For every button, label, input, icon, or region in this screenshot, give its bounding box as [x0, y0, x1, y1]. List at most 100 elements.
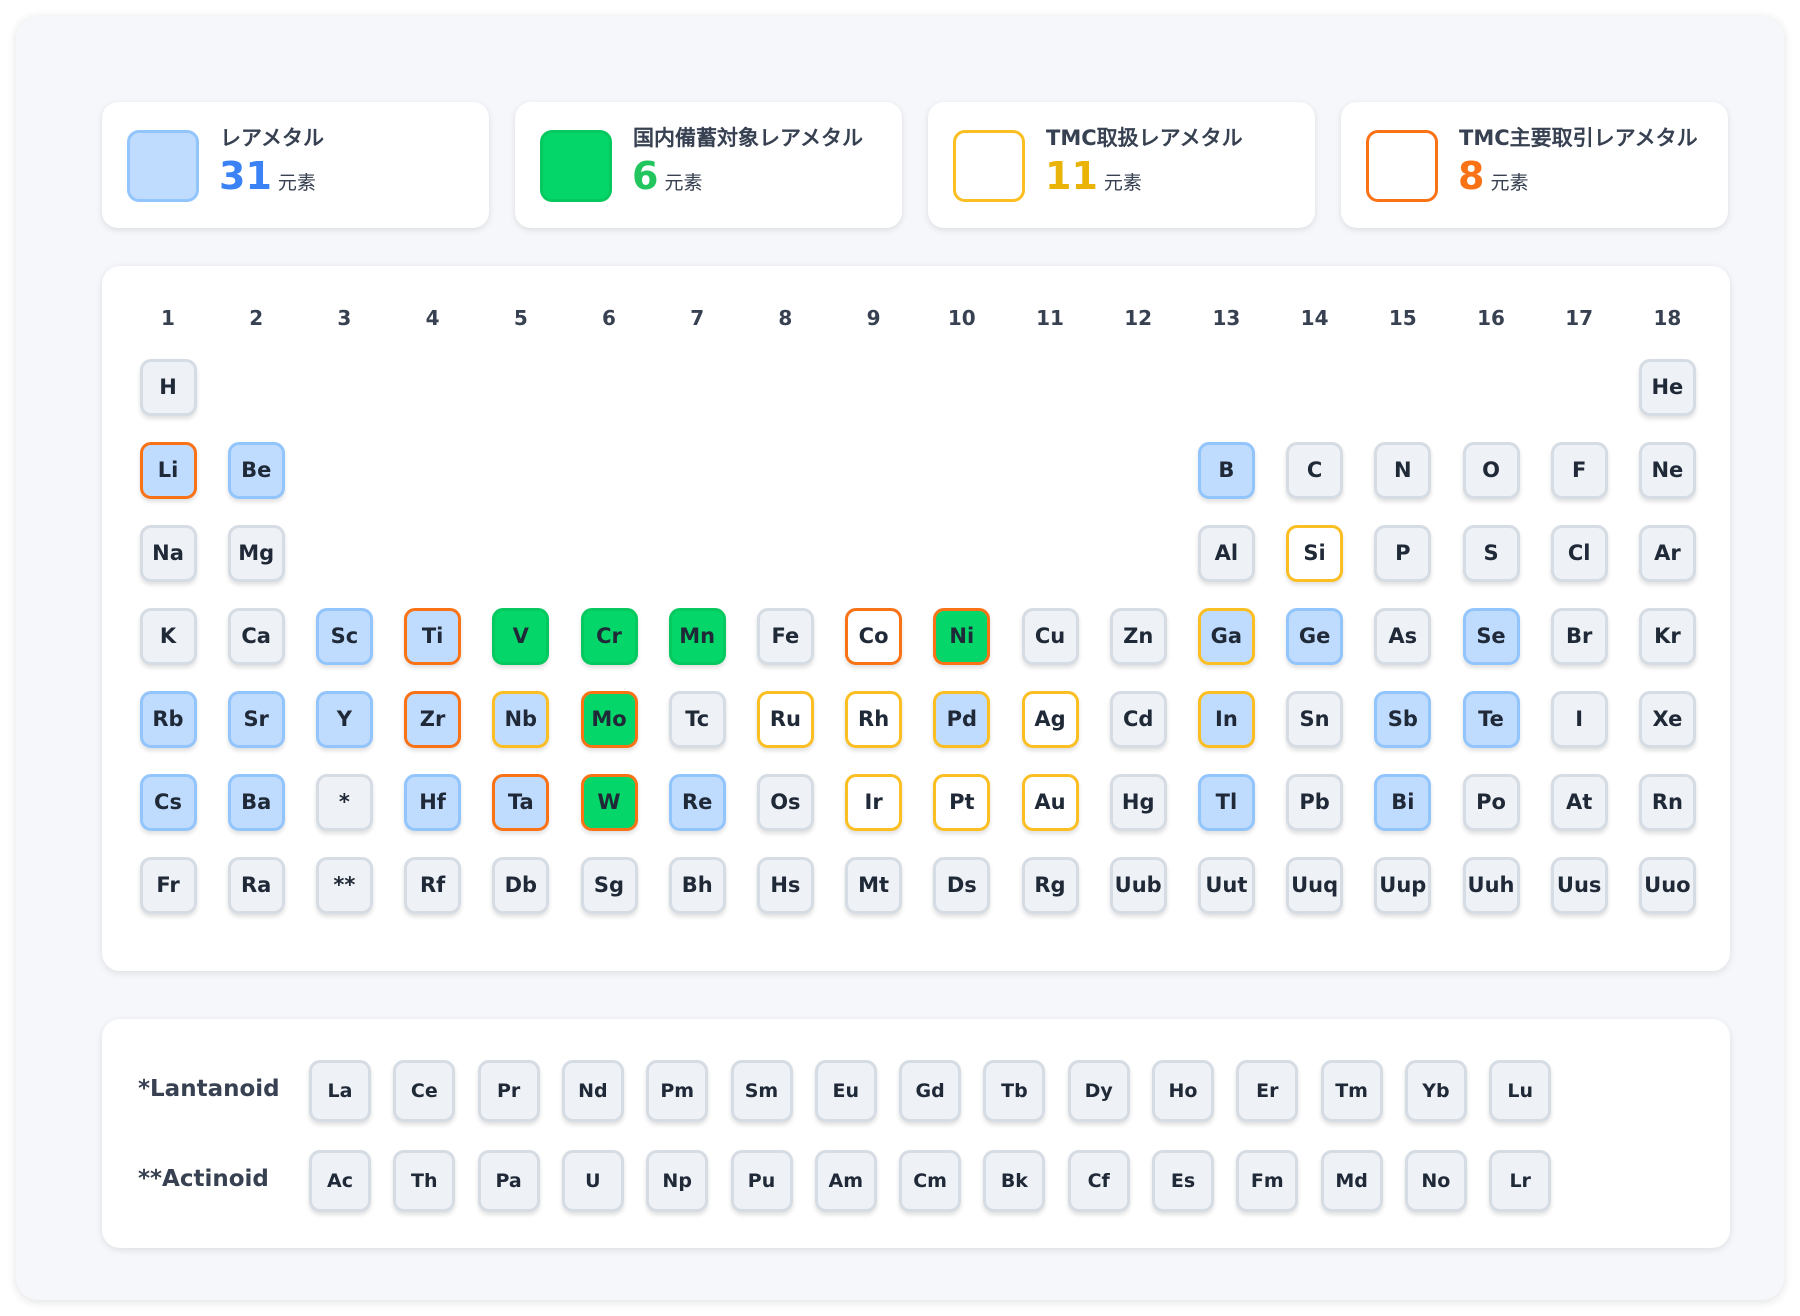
element-cell[interactable]: Mn [668, 607, 726, 665]
element-cell[interactable]: Os [756, 773, 814, 831]
element-cell[interactable]: Se [1462, 607, 1520, 665]
element-cell[interactable]: * [315, 773, 373, 831]
element-cell[interactable]: In [1197, 690, 1255, 748]
element-cell[interactable]: Rb [139, 690, 197, 748]
element-cell[interactable]: Al [1197, 524, 1255, 582]
element-cell[interactable]: Ag [1021, 690, 1079, 748]
element-cell[interactable]: Nb [492, 690, 550, 748]
element-cell[interactable]: Ce [393, 1060, 456, 1122]
element-cell[interactable]: Zr [404, 690, 462, 748]
element-cell[interactable]: Bh [668, 856, 726, 914]
element-cell[interactable]: H [139, 358, 197, 416]
element-cell[interactable]: Am [814, 1150, 877, 1212]
element-cell[interactable]: Ga [1197, 607, 1255, 665]
element-cell[interactable]: As [1374, 607, 1432, 665]
element-cell[interactable]: Hs [756, 856, 814, 914]
element-cell[interactable]: Kr [1638, 607, 1696, 665]
element-cell[interactable]: Uub [1109, 856, 1167, 914]
element-cell[interactable]: Cm [899, 1150, 962, 1212]
element-cell[interactable]: Pu [730, 1150, 793, 1212]
element-cell[interactable]: W [580, 773, 638, 831]
element-cell[interactable]: At [1550, 773, 1608, 831]
element-cell[interactable]: Be [227, 441, 285, 499]
element-cell[interactable]: U [561, 1150, 624, 1212]
element-cell[interactable]: Pr [477, 1060, 540, 1122]
element-cell[interactable]: Md [1320, 1150, 1383, 1212]
element-cell[interactable]: I [1550, 690, 1608, 748]
element-cell[interactable]: Re [668, 773, 726, 831]
element-cell[interactable]: Rn [1638, 773, 1696, 831]
element-cell[interactable]: Uuh [1462, 856, 1520, 914]
element-cell[interactable]: Y [315, 690, 373, 748]
element-cell[interactable]: Ir [845, 773, 903, 831]
element-cell[interactable]: Hf [404, 773, 462, 831]
element-cell[interactable]: B [1197, 441, 1255, 499]
element-cell[interactable]: Pm [646, 1060, 709, 1122]
element-cell[interactable]: Po [1462, 773, 1520, 831]
element-cell[interactable]: Ar [1638, 524, 1696, 582]
element-cell[interactable]: N [1374, 441, 1432, 499]
element-cell[interactable]: Ti [404, 607, 462, 665]
element-cell[interactable]: Nd [561, 1060, 624, 1122]
element-cell[interactable]: Gd [899, 1060, 962, 1122]
element-cell[interactable]: Th [393, 1150, 456, 1212]
element-cell[interactable]: Cu [1021, 607, 1079, 665]
element-cell[interactable]: Sg [580, 856, 638, 914]
element-cell[interactable]: Uus [1550, 856, 1608, 914]
element-cell[interactable]: Li [139, 441, 197, 499]
element-cell[interactable]: Ds [933, 856, 991, 914]
element-cell[interactable]: Ta [492, 773, 550, 831]
element-cell[interactable]: Db [492, 856, 550, 914]
element-cell[interactable]: Ac [309, 1150, 371, 1212]
element-cell[interactable]: Co [845, 607, 903, 665]
element-cell[interactable]: Tb [983, 1060, 1046, 1122]
element-cell[interactable]: S [1462, 524, 1520, 582]
element-cell[interactable]: C [1286, 441, 1344, 499]
element-cell[interactable]: Sr [227, 690, 285, 748]
element-cell[interactable]: Fm [1236, 1150, 1299, 1212]
element-cell[interactable]: Xe [1638, 690, 1696, 748]
element-cell[interactable]: Ho [1152, 1060, 1214, 1122]
element-cell[interactable]: Bk [983, 1150, 1046, 1212]
element-cell[interactable]: Br [1550, 607, 1608, 665]
element-cell[interactable]: Mg [227, 524, 285, 582]
element-cell[interactable]: Uut [1197, 856, 1255, 914]
element-cell[interactable]: Sm [730, 1060, 793, 1122]
element-cell[interactable]: Cf [1067, 1150, 1130, 1212]
element-cell[interactable]: Cs [139, 773, 197, 831]
element-cell[interactable]: Ne [1638, 441, 1696, 499]
element-cell[interactable]: Si [1286, 524, 1344, 582]
element-cell[interactable]: Mo [580, 690, 638, 748]
element-cell[interactable]: Dy [1067, 1060, 1130, 1122]
element-cell[interactable]: Rg [1021, 856, 1079, 914]
element-cell[interactable]: Er [1236, 1060, 1299, 1122]
element-cell[interactable]: Zn [1109, 607, 1167, 665]
element-cell[interactable]: Cl [1550, 524, 1608, 582]
element-cell[interactable]: Ni [933, 607, 991, 665]
element-cell[interactable]: Ra [227, 856, 285, 914]
element-cell[interactable]: Eu [814, 1060, 877, 1122]
element-cell[interactable]: Np [646, 1150, 709, 1212]
element-cell[interactable]: Uuo [1638, 856, 1696, 914]
element-cell[interactable]: Tc [668, 690, 726, 748]
element-cell[interactable]: ** [315, 856, 373, 914]
element-cell[interactable]: Bi [1374, 773, 1432, 831]
element-cell[interactable]: Lu [1489, 1060, 1552, 1122]
element-cell[interactable]: Ge [1286, 607, 1344, 665]
element-cell[interactable]: He [1638, 358, 1696, 416]
element-cell[interactable]: Cr [580, 607, 638, 665]
element-cell[interactable]: Sc [315, 607, 373, 665]
element-cell[interactable]: P [1374, 524, 1432, 582]
element-cell[interactable]: La [309, 1060, 371, 1122]
element-cell[interactable]: Uup [1374, 856, 1432, 914]
element-cell[interactable]: Sn [1286, 690, 1344, 748]
element-cell[interactable]: Yb [1404, 1060, 1467, 1122]
element-cell[interactable]: Tm [1320, 1060, 1383, 1122]
element-cell[interactable]: Hg [1109, 773, 1167, 831]
element-cell[interactable]: Pb [1286, 773, 1344, 831]
element-cell[interactable]: Fe [756, 607, 814, 665]
element-cell[interactable]: Ba [227, 773, 285, 831]
element-cell[interactable]: Sb [1374, 690, 1432, 748]
element-cell[interactable]: Ru [756, 690, 814, 748]
element-cell[interactable]: Pa [477, 1150, 540, 1212]
